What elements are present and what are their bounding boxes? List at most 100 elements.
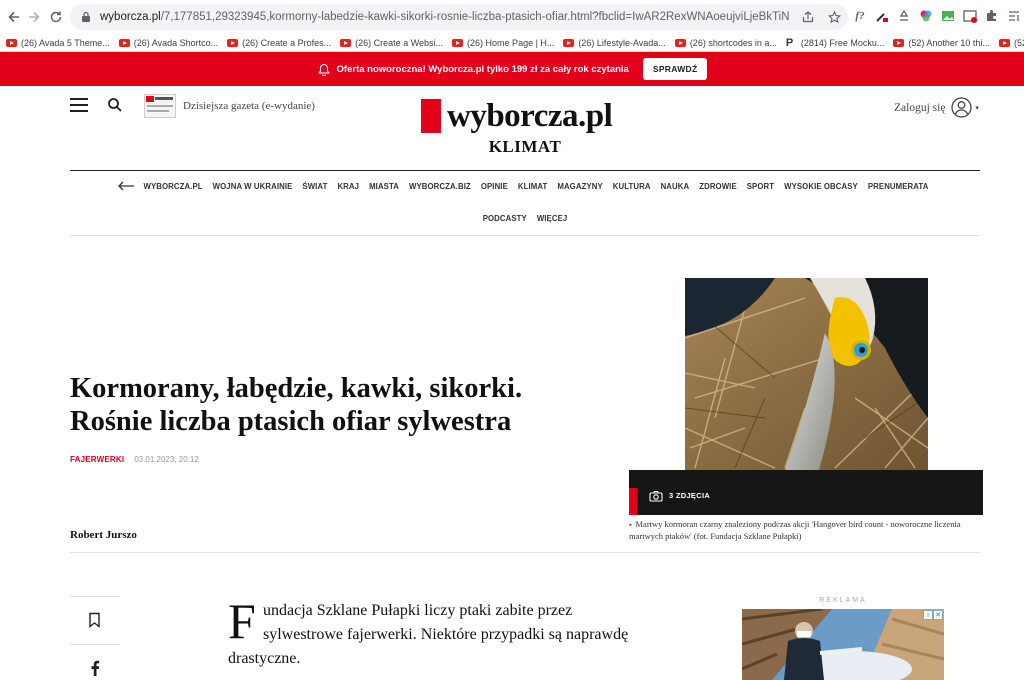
back-arrow-icon[interactable] [117,181,135,191]
bookmark-label: (2814) Free Mocku... [800,38,885,48]
article-date: 03.01.2023, 20:12 [134,455,199,464]
bookmark-label: (52) Daisy Theme -... [1013,38,1024,48]
lead-line-1: undacja Szklane Pułapki liczy ptaki zabi… [263,602,573,619]
logo-red-block [421,99,441,133]
nav-item[interactable]: WYBORCZA.BIZ [409,182,471,191]
facebook-icon[interactable] [90,660,100,676]
nav-item[interactable]: SPORT [747,182,774,191]
menu-hamburger-icon[interactable] [70,98,88,112]
article-tag[interactable]: FAJERWERKI [70,455,124,464]
photo-red-marker [629,488,637,515]
lead-line-2: sylwestrowe fajerwerki. Niektóre przypad… [263,626,629,643]
youtube-icon [227,39,239,47]
bookmark-icon[interactable] [88,612,101,628]
nav-item[interactable]: MIASTA [369,182,399,191]
forward-arrow-icon[interactable] [24,7,44,27]
eyedropper-extension-icon[interactable] [874,8,890,24]
bookmark-item[interactable]: P (2814) Free Mocku... [786,37,885,49]
article-headline: Kormorany, łabędzie, kawki, sikorki. Roś… [70,372,580,438]
edition-thumbnail[interactable] [144,94,176,118]
ad-banner[interactable]: i ✕ [742,609,944,680]
photo-caption: Martwy kormoran czarny znaleziony podcza… [629,519,981,542]
bookmark-item[interactable]: (26) shortcodes in a... [674,38,777,48]
search-icon[interactable] [107,97,123,113]
bookmark-item[interactable]: (26) Create a Websi... [340,38,443,48]
article-author[interactable]: Robert Jurszo [70,529,137,541]
youtube-icon [563,39,575,47]
recycle-extension-icon[interactable] [896,8,912,24]
lead-dropcap: F [228,593,256,649]
edition-link[interactable]: Dzisiejsza gazeta (e-wydanie) [183,100,315,112]
reading-list-icon[interactable] [1006,8,1022,24]
section-title[interactable]: KLIMAT [0,137,1024,157]
site-logo[interactable]: wyborcza.pl [421,99,613,133]
lock-icon [80,11,92,23]
nav-item[interactable]: OPINIE [481,182,508,191]
bookmark-item[interactable]: (26) Home Page | H... [452,38,554,48]
category-nav-row-1: WYBORCZA.PL WOJNA W UKRAINIE ŚWIAT KRAJ MIAS… [70,180,980,192]
chevron-down-icon[interactable]: ▾ [975,104,979,112]
bookmark-label: (26) shortcodes in a... [689,38,777,48]
nav-divider [70,235,980,236]
bookmark-item[interactable]: (26) Avada Shortco... [118,38,219,48]
bookmark-label: (26) Avada Shortco... [133,38,219,48]
bookmark-label: (52) Another 10 thi... [908,38,990,48]
reload-icon[interactable] [46,7,66,27]
bookmark-item[interactable]: (52) Another 10 thi... [893,38,990,48]
nav-item[interactable]: KRAJ [337,182,359,191]
promo-text: Oferta noworoczna! Wyborcza.pl tylko 199… [336,63,629,75]
puzzle-icon[interactable] [984,8,1000,24]
gallery-count[interactable]: 3 ZDJĘCIA [649,489,710,502]
formula-extension-icon[interactable]: f? [852,8,868,24]
omnibox-actions [800,9,842,25]
nav-item[interactable]: WIĘCEJ [537,214,568,223]
bookmark-item[interactable]: (26) Avada 5 Theme... [6,38,110,48]
adchoices-close-icon[interactable]: ✕ [933,610,943,620]
bookmark-item[interactable]: (26) Create a Profes... [227,38,331,48]
color-picker-extension-icon[interactable] [918,8,934,24]
cormorant-photo [685,278,928,470]
nav-item[interactable]: PODCASTY [483,214,527,223]
nav-item[interactable]: ŚWIAT [302,182,327,191]
nav-item[interactable]: PRENUMERATA [868,182,929,191]
bookmark-item[interactable]: (26) Lifestyle-Avada... [563,38,666,48]
nav-item[interactable]: WYBORCZA.PL [144,182,203,191]
promo-banner: Oferta noworoczna! Wyborcza.pl tylko 199… [0,52,1024,86]
ad-image [742,609,944,680]
bookmark-item[interactable]: (52) Daisy Theme -... [998,38,1024,48]
bookmark-label: (26) Create a Profes... [242,38,332,48]
nav-item[interactable]: WYSOKIE OBCASY [784,182,858,191]
gallery-count-label[interactable]: 3 ZDJĘCIA [669,491,710,500]
nav-item[interactable]: MAGAZYNY [557,182,602,191]
address-bar[interactable]: wyborcza.pl/7,177851,29323945,kormorny-l… [70,4,848,30]
share-divider-top [70,596,120,597]
article-photo[interactable] [685,278,928,470]
image-extension-icon[interactable] [940,8,956,24]
nav-item[interactable]: KULTURA [613,182,651,191]
login-label[interactable]: Zaloguj się [894,102,945,114]
youtube-icon [674,39,686,47]
youtube-icon [893,39,905,47]
screenshot-extension-icon[interactable] [962,8,978,24]
share-icon[interactable] [800,9,816,25]
headline-line-2: Rośnie liczba ptasich ofiar sylwestra [70,406,512,437]
nav-item[interactable]: ZDROWIE [699,182,737,191]
nav-item[interactable]: KLIMAT [518,182,547,191]
bookmark-label: (26) Lifestyle-Avada... [578,38,666,48]
adchoices-info-icon[interactable]: i [923,610,933,620]
promo-check-button[interactable]: SPRAWDŹ [642,58,708,80]
nav-item[interactable]: WOJNA W UKRAINIE [213,182,293,191]
user-avatar-icon[interactable] [951,97,973,118]
nav-item[interactable]: NAUKA [661,182,690,191]
youtube-icon [452,39,464,47]
header-rule [70,170,980,171]
login-area[interactable]: Zaloguj się ▾ [894,97,979,118]
bookmark-star-icon[interactable] [826,9,842,25]
back-arrow-icon[interactable] [4,7,24,27]
bookmark-label: (26) Avada 5 Theme... [21,38,110,48]
youtube-icon [998,39,1010,47]
bookmark-label: (26) Home Page | H... [467,38,555,48]
bookmark-label: (26) Create a Websi... [355,38,444,48]
adchoices[interactable]: i ✕ [923,610,943,620]
address-row: wyborcza.pl/7,177851,29323945,kormorny-l… [0,0,1024,34]
